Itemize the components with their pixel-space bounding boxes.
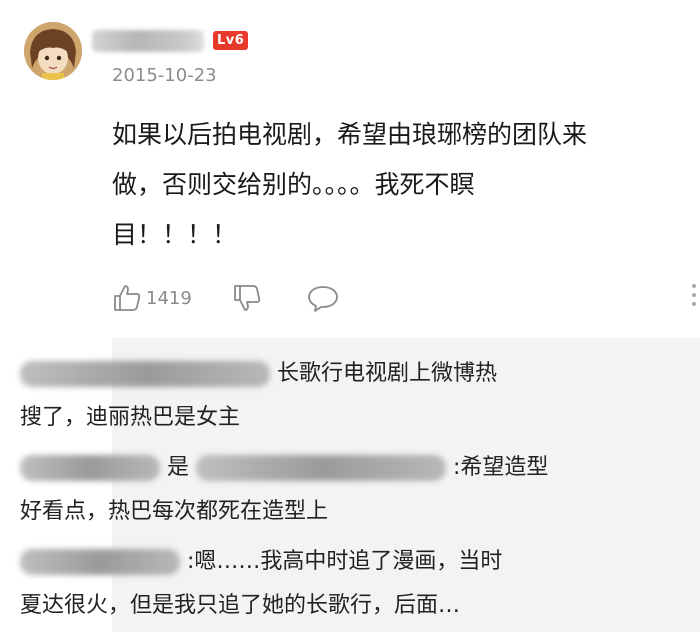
- reply-text: 是: [167, 455, 190, 480]
- post-date: 2015-10-23: [112, 65, 217, 86]
- reply-text: 好看点，热巴每次都死在造型上: [20, 499, 329, 524]
- thumbs-up-icon: [114, 285, 141, 311]
- reply-username-redacted[interactable]: [20, 455, 160, 481]
- like-count: 1419: [146, 287, 192, 309]
- reply-line: :嗯……我高中时追了漫画，当时: [20, 540, 580, 584]
- reply-text: :嗯……我高中时追了漫画，当时: [187, 549, 503, 574]
- reply-target-username-redacted[interactable]: [196, 455, 447, 481]
- reply-line: 是 :希望造型: [20, 446, 580, 490]
- post-body-line: 如果以后拍电视剧，希望由琅琊榜的团队来: [112, 120, 588, 149]
- reply-item[interactable]: :嗯……我高中时追了漫画，当时 夏达很火，但是我只追了她的长歌行，后面…: [20, 540, 580, 628]
- reply-line: 长歌行电视剧上微博热: [20, 352, 580, 396]
- dislike-button[interactable]: [232, 283, 262, 313]
- post-body-line: 做，否则交给别的。。。。我死不瞑: [112, 170, 475, 199]
- post-body: 如果以后拍电视剧，希望由琅琊榜的团队来 做，否则交给别的。。。。我死不瞑 目！！…: [112, 110, 682, 260]
- level-badge: Lv6: [213, 31, 249, 50]
- reply-text: 搜了，迪丽热巴是女主: [20, 405, 241, 430]
- reply-text: :希望造型: [453, 455, 549, 480]
- reply-item[interactable]: 长歌行电视剧上微博热 搜了，迪丽热巴是女主: [20, 352, 580, 440]
- reply-text: 长歌行电视剧上微博热: [277, 361, 498, 386]
- scroll-indicator[interactable]: [692, 284, 698, 311]
- username-redacted[interactable]: [92, 30, 204, 52]
- avatar-image: [24, 22, 82, 80]
- thumbs-down-icon: [233, 285, 260, 311]
- reply-username-redacted[interactable]: [20, 361, 270, 387]
- post-body-line: 目！！！！: [112, 220, 238, 249]
- user-avatar[interactable]: [24, 22, 82, 80]
- reply-text: 夏达很火，但是我只追了她的长歌行，后面…: [20, 593, 461, 618]
- reply-item[interactable]: 是 :希望造型 好看点，热巴每次都死在造型上: [20, 446, 580, 534]
- comment-bubble-icon: [307, 286, 338, 312]
- post-actions: 1419: [112, 280, 340, 316]
- comment-button[interactable]: [306, 283, 340, 313]
- reply-username-redacted[interactable]: [20, 549, 180, 575]
- like-button[interactable]: 1419: [112, 283, 192, 313]
